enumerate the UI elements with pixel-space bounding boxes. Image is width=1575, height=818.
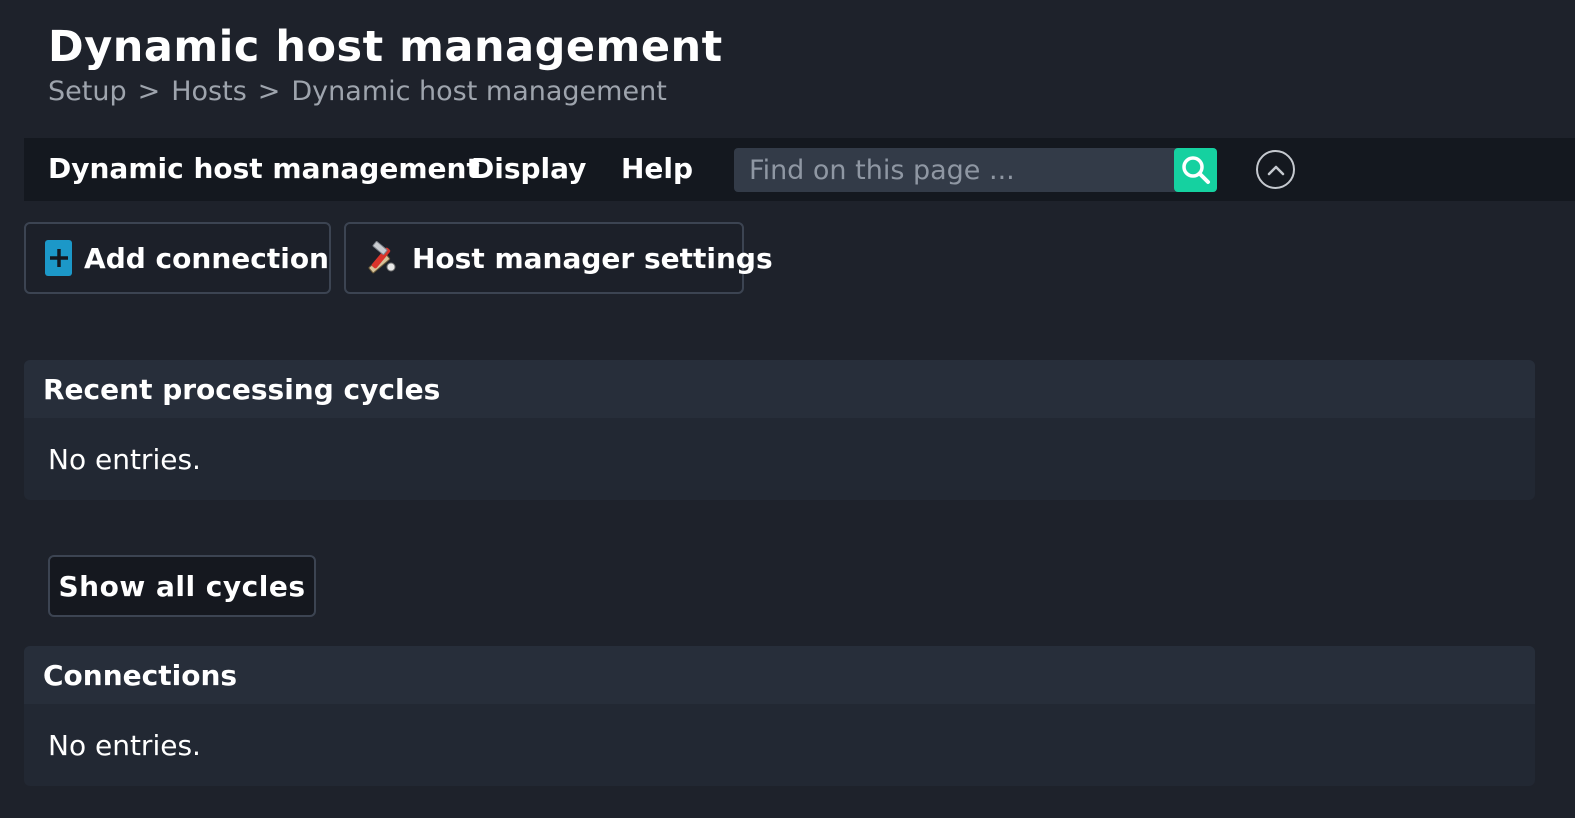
breadcrumb-separator: > xyxy=(257,76,281,107)
search-button[interactable] xyxy=(1174,148,1217,192)
host-manager-settings-label: Host manager settings xyxy=(412,241,773,275)
search-box xyxy=(734,148,1217,192)
plus-icon xyxy=(45,240,73,276)
breadcrumb-current[interactable]: Dynamic host management xyxy=(291,76,666,107)
add-connection-label: Add connection xyxy=(84,241,329,275)
breadcrumb-separator: > xyxy=(137,76,161,107)
breadcrumb: Setup > Hosts > Dynamic host management xyxy=(48,76,667,107)
search-input[interactable] xyxy=(734,148,1174,192)
host-manager-settings-button[interactable]: Host manager settings xyxy=(344,222,773,294)
tools-icon xyxy=(364,240,400,276)
search-icon xyxy=(1181,156,1210,184)
page: Dynamic host management Setup > Hosts > … xyxy=(0,0,1575,818)
page-title: Dynamic host management xyxy=(48,22,723,72)
connections-section: Connections No entries. xyxy=(24,646,1535,786)
page-menu-bar: Dynamic host management Display Help xyxy=(24,138,1575,201)
menu-display[interactable]: Display xyxy=(471,152,586,185)
show-all-cycles-button[interactable]: Show all cycles xyxy=(48,555,316,617)
menu-help[interactable]: Help xyxy=(621,152,693,185)
recent-processing-cycles-section: Recent processing cycles No entries. xyxy=(24,360,1535,500)
empty-message: No entries. xyxy=(48,728,201,762)
breadcrumb-hosts[interactable]: Hosts xyxy=(171,76,247,107)
menu-dynamic-host-management[interactable]: Dynamic host management xyxy=(48,152,480,185)
chevron-up-circle-icon xyxy=(1267,165,1284,175)
breadcrumb-setup[interactable]: Setup xyxy=(48,76,127,107)
section-title: Connections xyxy=(24,646,1535,704)
collapse-header-button[interactable] xyxy=(1256,150,1295,189)
section-title: Recent processing cycles xyxy=(24,360,1535,418)
empty-message: No entries. xyxy=(48,442,201,476)
add-connection-button[interactable]: Add connection xyxy=(24,222,331,294)
